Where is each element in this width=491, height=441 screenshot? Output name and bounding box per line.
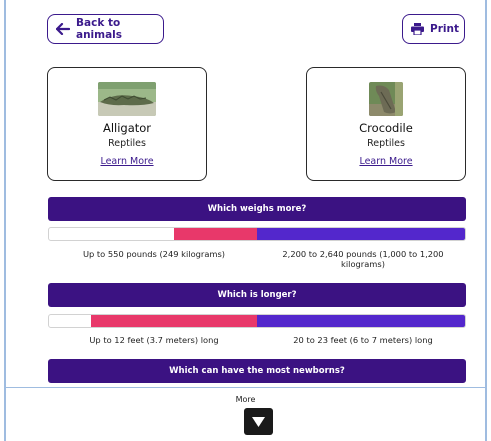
crocodile-photo	[369, 82, 403, 116]
crocodile-weight-label: 2,200 to 2,640 pounds (1,000 to 1,200 ki…	[282, 249, 444, 269]
arrow-left-icon	[56, 23, 70, 35]
print-button-label: Print	[430, 23, 459, 35]
animal-card-crocodile: Crocodile Reptiles Learn More	[306, 67, 466, 181]
learn-more-link[interactable]: Learn More	[359, 156, 412, 167]
crocodile-length-label: 20 to 23 feet (6 to 7 meters) long	[293, 335, 433, 345]
more-button[interactable]	[244, 408, 273, 435]
question-text: Which can have the most newborns?	[169, 366, 345, 376]
animal-category: Reptiles	[108, 138, 146, 149]
alligator-photo	[98, 82, 156, 116]
animal-name: Alligator	[102, 121, 152, 135]
alligator-weight-fill	[173, 228, 257, 240]
weight-comparison-bar	[48, 227, 466, 241]
crocodile-length-fill	[257, 315, 465, 327]
alligator-length-fill	[90, 315, 257, 327]
back-to-animals-button[interactable]: Back to animals	[47, 14, 164, 44]
question-header-weight: Which weighs more?	[48, 197, 466, 221]
question-text: Which is longer?	[217, 290, 297, 300]
length-comparison-bar	[48, 314, 466, 328]
question-text: Which weighs more?	[207, 204, 307, 214]
alligator-length-label: Up to 12 feet (3.7 meters) long	[89, 335, 219, 345]
footer-divider	[6, 387, 485, 388]
crocodile-weight-fill	[257, 228, 465, 240]
triangle-down-icon	[252, 416, 265, 427]
animal-card-alligator: Alligator Reptiles Learn More	[47, 67, 207, 181]
back-button-label: Back to animals	[76, 17, 123, 41]
animal-category: Reptiles	[367, 138, 405, 149]
learn-more-link[interactable]: Learn More	[100, 156, 153, 167]
question-header-length: Which is longer?	[48, 283, 466, 307]
printer-icon	[411, 23, 424, 35]
question-header-newborns: Which can have the most newborns?	[48, 359, 466, 383]
print-button[interactable]: Print	[402, 14, 465, 44]
alligator-weight-label: Up to 550 pounds (249 kilograms)	[82, 249, 226, 259]
animal-name: Crocodile	[359, 121, 413, 135]
more-label: More	[235, 395, 256, 404]
